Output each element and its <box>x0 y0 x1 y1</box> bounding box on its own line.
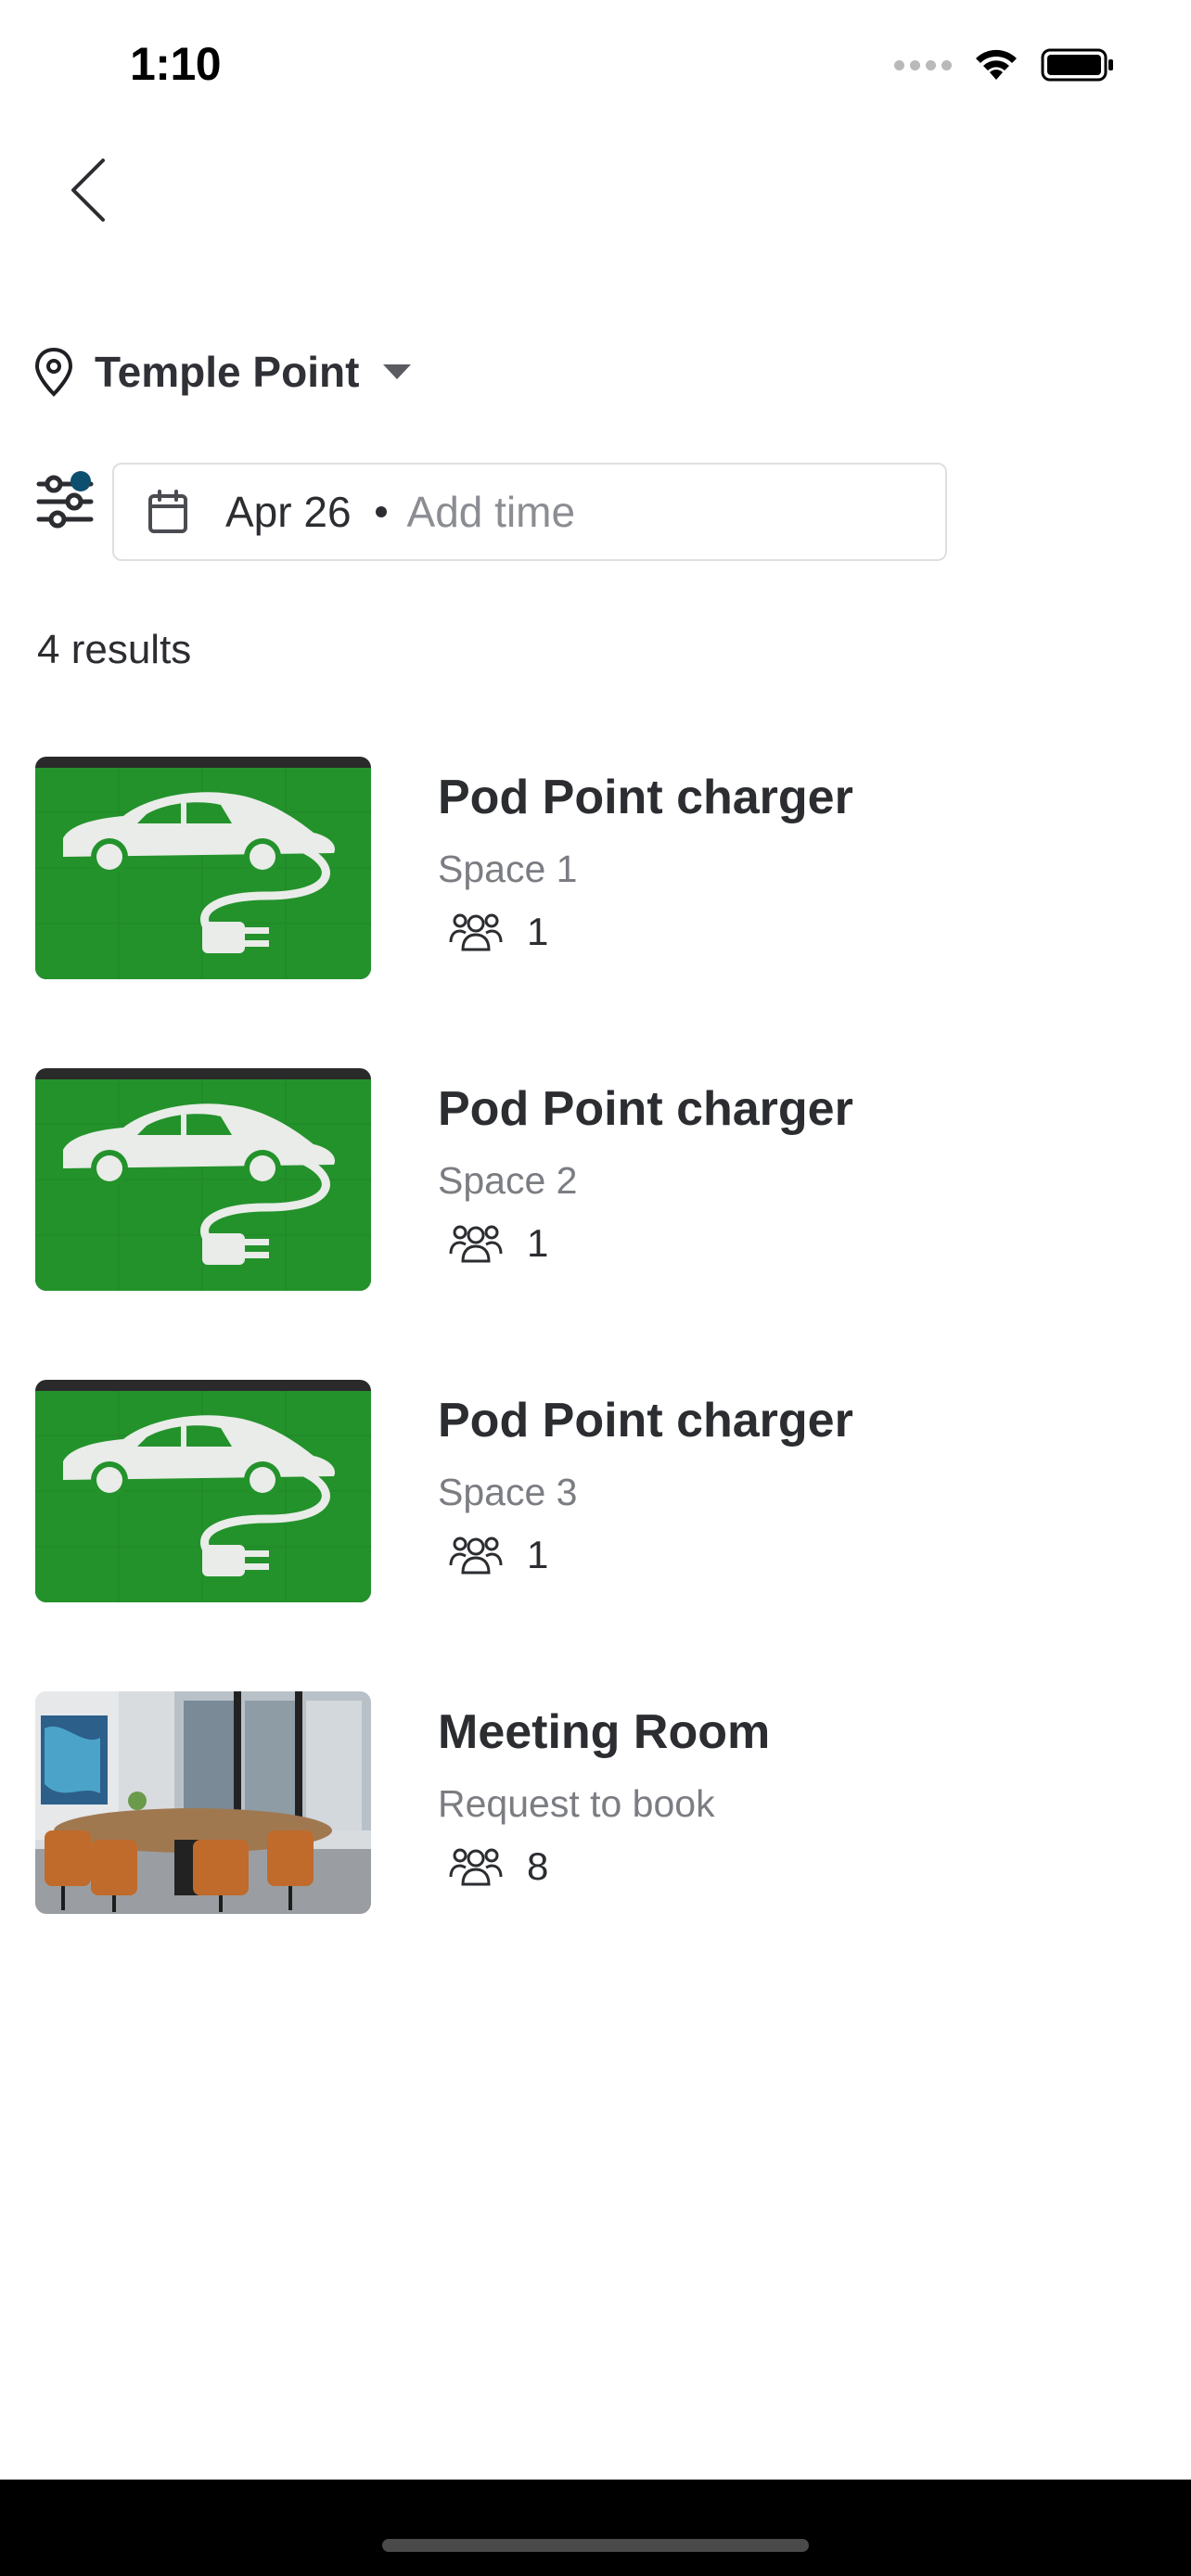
add-time-placeholder: Add time <box>406 488 576 536</box>
battery-icon <box>1041 48 1113 82</box>
result-subtitle: Space 2 <box>438 1159 578 1202</box>
result-subtitle: Request to book <box>438 1782 715 1825</box>
list-item-result-4[interactable]: Meeting Room Request to book 8 <box>35 1691 1148 1916</box>
result-title: Meeting Room <box>438 1705 771 1759</box>
ev-charger-parking-image <box>35 1380 371 1602</box>
ev-charger-parking-image <box>35 757 371 979</box>
result-title: Pod Point charger <box>438 1082 853 1136</box>
result-title: Pod Point charger <box>438 771 853 824</box>
status-icons <box>894 46 1115 83</box>
home-indicator[interactable] <box>382 2539 809 2552</box>
capacity: 1 <box>449 1532 548 1578</box>
people-icon <box>449 1225 503 1263</box>
list-item-result-1[interactable]: Pod Point charger Space 1 1 <box>35 757 1148 981</box>
map-pin-icon <box>34 347 73 397</box>
location-selector[interactable]: Temple Point <box>33 339 413 404</box>
capacity: 8 <box>449 1843 548 1890</box>
back-button[interactable] <box>56 148 121 232</box>
location-name: Temple Point <box>95 348 360 396</box>
list-item-result-2[interactable]: Pod Point charger Space 2 1 <box>35 1068 1148 1293</box>
meeting-room-image <box>35 1691 371 1914</box>
separator-dot <box>375 506 387 517</box>
result-title: Pod Point charger <box>438 1394 853 1447</box>
capacity: 1 <box>449 909 548 955</box>
capacity-value: 1 <box>527 1533 549 1576</box>
caret-down-icon <box>383 364 412 379</box>
people-icon <box>449 913 503 951</box>
result-subtitle: Space 1 <box>438 848 578 890</box>
date-time-field[interactable]: Apr 26 Add time <box>112 463 947 561</box>
status-time: 1:10 <box>130 38 222 90</box>
ev-charger-parking-image <box>35 1068 371 1291</box>
capacity-value: 1 <box>527 910 549 953</box>
bottom-bar <box>0 2480 1191 2576</box>
capacity: 1 <box>449 1220 548 1267</box>
capacity-value: 1 <box>527 1221 549 1265</box>
result-subtitle: Space 3 <box>438 1471 578 1513</box>
signal-dots-icon <box>894 59 952 70</box>
results-count: 4 results <box>37 627 192 672</box>
filter-active-indicator <box>70 471 91 491</box>
people-icon <box>449 1537 503 1575</box>
list-item-result-3[interactable]: Pod Point charger Space 3 1 <box>35 1380 1148 1604</box>
people-icon <box>449 1848 503 1886</box>
wifi-icon <box>976 49 1017 80</box>
chevron-left-icon <box>71 159 105 222</box>
capacity-value: 8 <box>527 1844 549 1888</box>
status-bar: 1:10 <box>0 0 1191 139</box>
date-value: Apr 26 <box>225 488 352 536</box>
calendar-icon <box>148 490 187 533</box>
